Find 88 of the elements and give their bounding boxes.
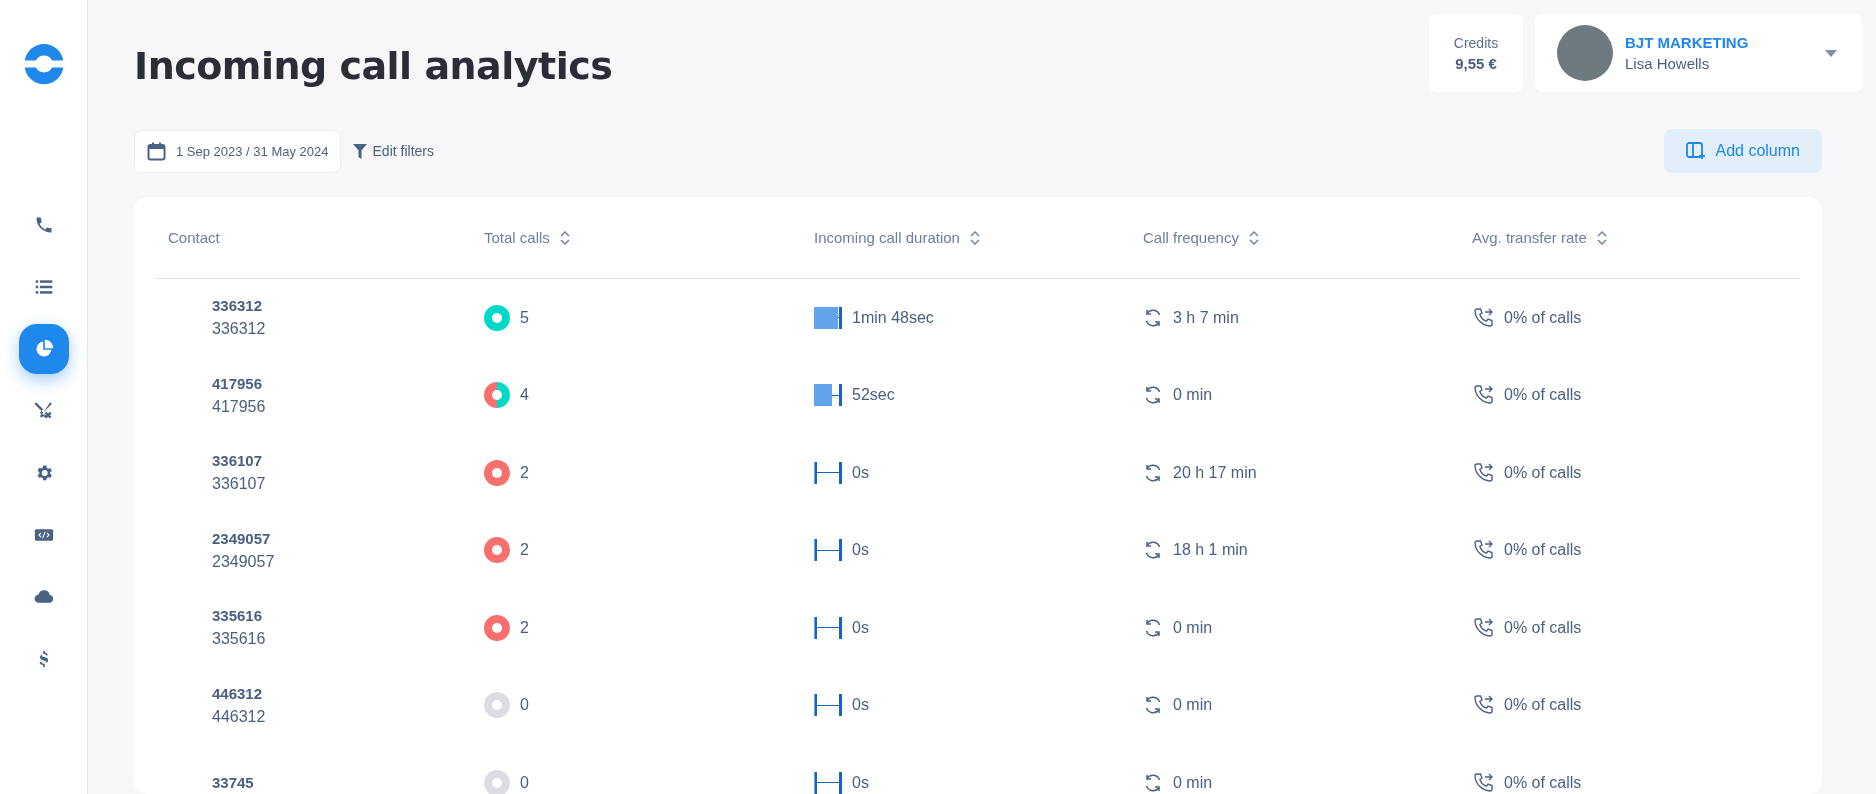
call-frequency: 18 h 1 min bbox=[1173, 541, 1248, 560]
transfer-rate: 0% of calls bbox=[1504, 773, 1582, 792]
contact-number: 335616 bbox=[212, 630, 267, 649]
credits-value: 9,55 € bbox=[1455, 54, 1497, 72]
calls-ring-icon bbox=[484, 304, 510, 331]
sortable-column-header[interactable]: Incoming call duration bbox=[814, 229, 1143, 246]
sort-icon bbox=[559, 230, 570, 245]
total-calls: 5 bbox=[520, 308, 529, 327]
page-title: Incoming call analytics bbox=[134, 44, 614, 88]
sortable-column-header[interactable]: Total calls bbox=[484, 229, 814, 246]
column-header: Contact bbox=[167, 229, 221, 246]
total-calls: 2 bbox=[520, 618, 529, 637]
calls-ring-icon bbox=[484, 537, 510, 564]
call-duration: 0s bbox=[852, 541, 869, 560]
refresh-icon bbox=[1143, 617, 1163, 638]
contact-number: 417956 bbox=[212, 397, 267, 416]
avatar bbox=[1557, 25, 1613, 81]
call-frequency: 0 min bbox=[1173, 386, 1213, 405]
sortable-column-header[interactable]: Avg. transfer rate bbox=[1472, 229, 1800, 246]
sort-icon bbox=[1248, 230, 1259, 245]
logo-icon bbox=[22, 42, 65, 86]
phone-transfer-icon bbox=[1472, 539, 1494, 562]
call-frequency: 0 min bbox=[1173, 773, 1213, 792]
sidebar-item[interactable] bbox=[18, 324, 69, 374]
call-frequency: 0 min bbox=[1173, 618, 1213, 637]
company-name: BJT MARKETING bbox=[1625, 34, 1750, 51]
calls-ring-icon bbox=[484, 692, 510, 719]
contact-name: 446312 bbox=[212, 684, 264, 702]
phone-transfer-icon bbox=[1472, 461, 1494, 484]
calls-ring-icon bbox=[484, 769, 510, 794]
transfer-rate: 0% of calls bbox=[1504, 463, 1582, 482]
transfer-rate: 0% of calls bbox=[1504, 618, 1582, 637]
refresh-icon bbox=[1143, 307, 1163, 328]
edit-filters-button[interactable]: Edit filters bbox=[352, 143, 434, 159]
contact-name: 336312 bbox=[212, 297, 264, 315]
total-calls: 4 bbox=[520, 386, 529, 405]
sortable-column-header[interactable]: Call frequency bbox=[1143, 229, 1472, 246]
calendar-icon bbox=[147, 141, 166, 161]
transfer-rate: 0% of calls bbox=[1504, 308, 1582, 327]
calls-ring-icon bbox=[484, 614, 510, 641]
calls-ring-icon bbox=[484, 382, 510, 409]
phone-transfer-icon bbox=[1472, 616, 1494, 639]
calls-ring-icon bbox=[484, 459, 510, 486]
call-duration: 52sec bbox=[852, 386, 895, 405]
call-duration: 1min 48sec bbox=[852, 308, 934, 327]
filter-icon bbox=[352, 143, 367, 159]
call-duration: 0s bbox=[852, 618, 869, 637]
total-calls: 0 bbox=[520, 696, 529, 715]
sort-icon bbox=[969, 230, 980, 245]
transfer-rate: 0% of calls bbox=[1504, 541, 1582, 560]
contact-name: 33745 bbox=[212, 774, 255, 792]
call-duration: 0s bbox=[852, 696, 869, 715]
phone-transfer-icon bbox=[1472, 771, 1494, 794]
refresh-icon bbox=[1143, 695, 1163, 716]
contact-number: 336312 bbox=[212, 320, 267, 339]
phone-transfer-icon bbox=[1472, 306, 1494, 329]
refresh-icon bbox=[1143, 540, 1163, 561]
contact-name: 417956 bbox=[212, 374, 264, 392]
contact-number: 446312 bbox=[212, 707, 267, 726]
list-icon bbox=[33, 277, 54, 297]
date-range-button[interactable]: 1 Sep 2023 / 31 May 2024 bbox=[134, 129, 341, 173]
refresh-icon bbox=[1143, 772, 1163, 793]
total-calls: 0 bbox=[520, 773, 529, 792]
credits-label: Credits bbox=[1453, 34, 1499, 51]
account-menu[interactable]: BJT MARKETING Lisa Howells bbox=[1535, 14, 1863, 92]
user-name: Lisa Howells bbox=[1625, 55, 1711, 72]
add-column-button[interactable]: Add column bbox=[1663, 129, 1822, 173]
sort-icon bbox=[1596, 230, 1607, 245]
phone-transfer-icon bbox=[1472, 384, 1494, 407]
call-frequency: 3 h 7 min bbox=[1173, 308, 1239, 327]
add-column-icon bbox=[1685, 142, 1706, 160]
contact-number: 2349057 bbox=[212, 552, 276, 571]
call-frequency: 20 h 17 min bbox=[1173, 463, 1257, 482]
caret-icon bbox=[1825, 49, 1837, 57]
refresh-icon bbox=[1143, 385, 1163, 406]
total-calls: 2 bbox=[520, 463, 529, 482]
call-frequency: 0 min bbox=[1173, 696, 1213, 715]
total-calls: 2 bbox=[520, 541, 529, 560]
contact-name: 2349057 bbox=[212, 529, 272, 547]
contact-name: 336107 bbox=[212, 452, 264, 470]
transfer-rate: 0% of calls bbox=[1504, 386, 1582, 405]
contact-name: 335616 bbox=[212, 607, 264, 625]
transfer-rate: 0% of calls bbox=[1504, 696, 1582, 715]
call-duration: 0s bbox=[852, 463, 869, 482]
phone-transfer-icon bbox=[1472, 694, 1494, 717]
contact-number: 336107 bbox=[212, 475, 267, 494]
call-duration: 0s bbox=[852, 773, 869, 792]
refresh-icon bbox=[1143, 462, 1163, 483]
